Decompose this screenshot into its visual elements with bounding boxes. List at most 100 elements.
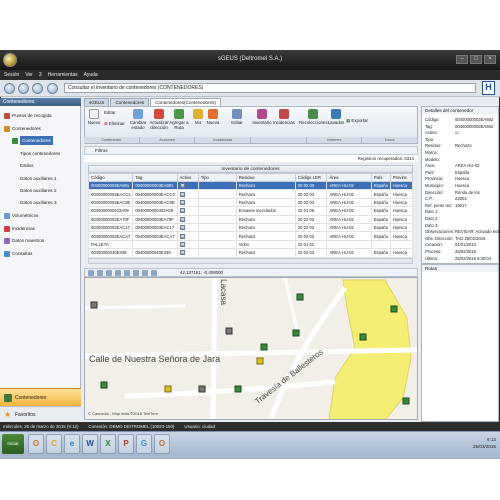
close-button[interactable]: × (484, 55, 496, 64)
sidebar-item-contenedores-group[interactable]: Contenedores (4, 124, 41, 133)
eliminar-button[interactable]: ⊘ Eliminar (104, 121, 128, 126)
table-row[interactable]: 00400000003EA70F 00400000003EA70F ☑ Rechazo… (87, 214, 414, 224)
ver-button[interactable]: Ver (192, 109, 204, 125)
print-icon[interactable] (142, 269, 148, 276)
sidebar-item-volumetricos[interactable]: Volumétricos (4, 211, 38, 220)
menu-sesion[interactable]: Sesión (4, 72, 19, 78)
container-marker[interactable] (164, 385, 172, 393)
column-header[interactable]: Código (87, 173, 134, 182)
recolecciones-button[interactable]: Recolecciones (299, 109, 328, 125)
address-field[interactable]: Consultar el inventario de contenedores … (64, 83, 476, 93)
taskbar-app[interactable]: C (46, 434, 62, 454)
activo-checkbox[interactable]: ☑ (179, 199, 185, 205)
taskbar-app[interactable]: P (118, 434, 134, 454)
container-marker[interactable] (90, 301, 98, 309)
taskbar-app[interactable]: O (154, 434, 170, 454)
column-header[interactable]: Código LER (294, 173, 328, 182)
clock[interactable]: 9:13 25/03/2015 (462, 436, 496, 450)
nueva-incidencia-button[interactable]: Nueva (206, 109, 220, 125)
taskbar-app[interactable]: W (82, 434, 98, 454)
container-marker[interactable] (256, 357, 264, 365)
tab-contenedores[interactable]: Contenedores (110, 98, 150, 106)
taskbar-app[interactable]: X (100, 434, 116, 454)
select-tool-icon[interactable] (88, 269, 94, 276)
sidebar-section-favoritos[interactable]: ★ Favoritos (0, 406, 81, 422)
agregar-ruta-button[interactable]: Agregar a Ruta (169, 109, 189, 130)
activo-checkbox[interactable]: ☑ (179, 191, 185, 197)
column-header[interactable]: País (370, 173, 391, 182)
filter-bar[interactable]: Filtros (84, 146, 418, 155)
container-marker[interactable] (359, 333, 367, 341)
map-view[interactable]: Calle de Nuestra Señora de Jara Travesía… (84, 277, 418, 420)
refresh-icon[interactable] (32, 83, 43, 94)
activo-checkbox[interactable]: ☑ (179, 250, 185, 256)
activo-checkbox[interactable]: ☑ (179, 225, 185, 231)
sidebar-item-datos-aux-1[interactable]: Datos auxiliares 1 (20, 174, 57, 183)
sidebar-item-datos-aux-3[interactable]: Datos auxiliares 3 (20, 198, 57, 207)
container-marker[interactable] (292, 329, 300, 337)
column-header[interactable]: Activo (176, 173, 199, 182)
table-scrollbar[interactable] (88, 258, 413, 264)
start-button[interactable]: Iniciar (2, 434, 24, 454)
inventario-button[interactable]: Inventario (251, 109, 273, 125)
menu-3[interactable]: 3 (39, 72, 42, 78)
editar-button[interactable]: Editar (104, 110, 126, 115)
container-marker[interactable] (234, 385, 242, 393)
menu-ayuda[interactable]: Ayuda (84, 72, 98, 78)
menu-ver[interactable]: Ver (25, 72, 33, 78)
column-header[interactable]: Tag (132, 173, 178, 182)
table-row[interactable]: 0040000000402A09 0040000000402A09 ☑ Envases… (87, 206, 414, 216)
container-marker[interactable] (225, 327, 233, 335)
container-marker[interactable] (100, 381, 108, 389)
column-header[interactable]: Área (326, 173, 372, 182)
taskbar-app[interactable]: G (136, 434, 152, 454)
table-row[interactable]: 00400000003EACC2 00400000003EACC2 ☑ Rechazo… (87, 189, 414, 199)
incidencias-report-button[interactable]: Incidencias (273, 109, 295, 125)
column-header[interactable]: Residuo (235, 173, 296, 182)
layers-icon[interactable] (124, 269, 130, 276)
table-row[interactable]: PALLETA ☑ Vidrio 20 01 02 (87, 239, 414, 250)
activo-checkbox[interactable]: ☑ (179, 216, 185, 222)
forward-icon[interactable] (18, 83, 29, 94)
container-marker[interactable] (260, 343, 268, 351)
nuevo-button[interactable]: Nuevo (87, 109, 101, 125)
pan-tool-icon[interactable] (97, 269, 103, 276)
activo-checkbox[interactable]: ☑ (179, 241, 185, 247)
zoom-out-icon[interactable] (115, 269, 121, 276)
column-header[interactable]: Tipo (197, 173, 237, 182)
editar-incidencia-button[interactable]: Editar (229, 109, 245, 125)
cambiar-estado-button[interactable]: Cambiar estado (128, 109, 148, 130)
sidebar-item-tipos[interactable]: Tipos contenedores (20, 149, 60, 158)
sidebar-item-contenedores[interactable]: Contenedores (12, 136, 53, 145)
zoom-in-icon[interactable] (106, 269, 112, 276)
lavados-button[interactable]: Lavados (327, 109, 345, 125)
menu-herramientas[interactable]: Herramientas (48, 72, 78, 78)
h-logo-icon[interactable]: H (482, 81, 495, 95)
measure-icon[interactable] (133, 269, 139, 276)
table-row[interactable]: 00400000003EAC9E 00400000003EAC9E ☑ Rechazo… (87, 197, 414, 208)
minimize-button[interactable]: – (456, 55, 468, 64)
home-icon[interactable] (47, 83, 58, 94)
table-row[interactable]: 00400000040E338 00400000040E338 ☑ Rechazo 20… (87, 248, 414, 258)
sidebar-item-incidencias[interactable]: Incidencias (4, 224, 35, 233)
sidebar-section-contenedores[interactable]: Contenedores (0, 388, 81, 406)
sidebar-item-puntos-recogida[interactable]: Puntos de recogida (4, 111, 52, 120)
activo-checkbox[interactable]: ☑ (179, 183, 185, 189)
taskbar-app[interactable]: e (64, 434, 80, 454)
table-row[interactable]: 00400000003EACA7 00400000003EACA7 ☑ Rechazo… (87, 231, 414, 241)
exportar-button[interactable]: ▦ Exportar (346, 118, 376, 123)
sidebar-item-consultas[interactable]: Consultas (4, 249, 32, 258)
activo-checkbox[interactable]: ☑ (179, 233, 185, 239)
taskbar-app[interactable]: O (28, 434, 44, 454)
column-header[interactable]: Provinc (389, 173, 414, 182)
tab-sgeus[interactable]: sGEUS (84, 98, 110, 106)
container-marker[interactable] (198, 385, 206, 393)
back-icon[interactable] (4, 83, 15, 94)
table-row[interactable]: 00400000003EAC17 00400000003EAC17 ☑ Rechazo… (87, 222, 414, 233)
maximize-button[interactable]: □ (470, 55, 482, 64)
container-marker[interactable] (390, 305, 398, 313)
table-row[interactable]: 00400000003EA691 00400000003EA691 ☑ Rechazo… (87, 180, 414, 191)
sidebar-item-datos-aux-2[interactable]: Datos auxiliares 2 (20, 186, 57, 195)
settings-icon[interactable] (151, 269, 157, 276)
actualizar-direccion-button[interactable]: Actualizar dirección (148, 109, 170, 130)
